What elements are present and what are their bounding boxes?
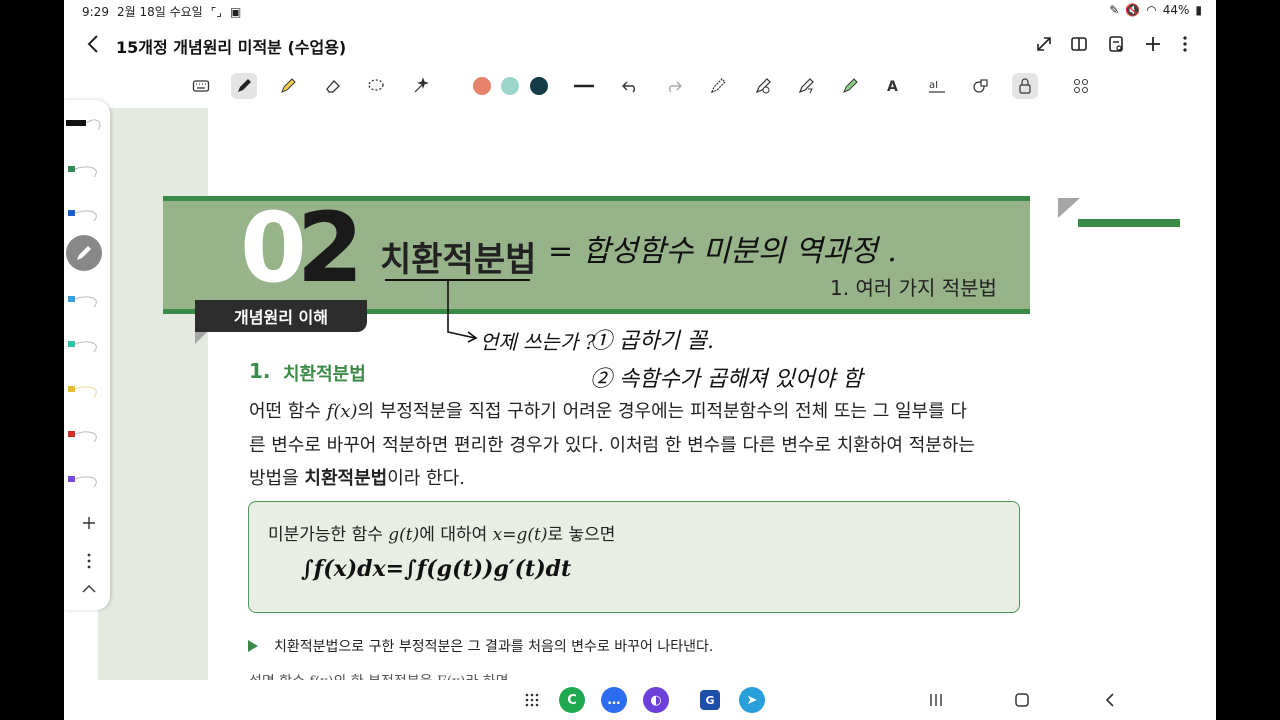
pen-selected-red[interactable] xyxy=(66,235,102,271)
status-left: 9:29 2월 18일 수요일 ⌜⌟ ▣ xyxy=(82,3,241,20)
shape-pen-icon[interactable] xyxy=(750,73,776,99)
undo-icon[interactable] xyxy=(617,73,643,99)
add-pen-icon[interactable] xyxy=(64,512,110,534)
status-right: ✎ 🔇 ◠ 44% ▮ xyxy=(1109,3,1202,17)
plus-icon[interactable] xyxy=(1141,32,1165,56)
rail-more-icon[interactable] xyxy=(64,550,110,572)
messages-icon[interactable]: … xyxy=(601,687,627,713)
svg-text:A: A xyxy=(887,79,898,95)
pen-icon[interactable] xyxy=(231,73,257,99)
pen-yellow[interactable] xyxy=(64,380,110,402)
pen-rail xyxy=(64,100,110,610)
line-thickness-icon[interactable] xyxy=(571,73,597,99)
keyboard-icon[interactable] xyxy=(188,73,214,99)
tablet-screen: 9:29 2월 18일 수요일 ⌜⌟ ▣ ✎ 🔇 ◠ 44% ▮ 15개정 개념… xyxy=(64,0,1216,720)
color-swatch-mint[interactable] xyxy=(501,77,519,95)
status-bar: 9:29 2월 18일 수요일 ⌜⌟ ▣ ✎ 🔇 ◠ 44% ▮ xyxy=(64,0,1216,22)
magic-icon[interactable] xyxy=(407,73,433,99)
pen-blue[interactable] xyxy=(64,204,110,226)
document-page xyxy=(208,108,1181,680)
battery-level: 44% xyxy=(1162,3,1190,17)
title-bar: 15개정 개념원리 미적분 (수업용) xyxy=(64,22,1216,66)
document-title: 15개정 개념원리 미적분 (수업용) xyxy=(116,38,347,57)
more-icon[interactable] xyxy=(1173,32,1197,56)
home-icon[interactable] xyxy=(1010,688,1034,712)
page-settings-icon[interactable] xyxy=(1104,32,1128,56)
gallery-icon: ▣ xyxy=(229,4,242,19)
drawing-toolbar: A aI xyxy=(64,66,1216,106)
color-swatch-navy[interactable] xyxy=(530,77,548,95)
battery-icon: ▮ xyxy=(1195,3,1202,17)
text-box-icon[interactable]: aI xyxy=(924,73,950,99)
marker-icon[interactable] xyxy=(837,73,863,99)
pen-teal[interactable] xyxy=(64,335,110,357)
back-arrow-icon[interactable] xyxy=(82,32,106,56)
screenshot-icon: ⌜⌟ xyxy=(210,4,222,19)
pen-status-icon: ✎ xyxy=(1109,3,1120,17)
apps-grid-icon[interactable] xyxy=(520,688,544,712)
back-icon[interactable] xyxy=(1098,688,1122,712)
internet-icon[interactable]: ◐ xyxy=(643,687,669,713)
pen-light-blue[interactable] xyxy=(64,290,110,312)
text-icon[interactable]: A xyxy=(880,73,906,99)
grid-icon[interactable] xyxy=(1068,73,1094,99)
pencil-arrow-icon[interactable] xyxy=(793,73,819,99)
collapse-rail-icon[interactable] xyxy=(64,578,110,600)
color-swatch-coral[interactable] xyxy=(473,77,491,95)
svg-text:aI: aI xyxy=(929,80,938,91)
wifi-icon: ◠ xyxy=(1146,3,1157,17)
pen-red[interactable] xyxy=(64,425,110,447)
book-icon[interactable] xyxy=(1067,32,1091,56)
highlighter-icon[interactable] xyxy=(275,73,301,99)
document-canvas[interactable] xyxy=(98,108,1181,680)
pen-black[interactable] xyxy=(64,114,110,136)
pen-settings-icon[interactable] xyxy=(705,73,731,99)
status-time: 9:29 xyxy=(82,4,109,19)
expand-icon[interactable] xyxy=(1032,32,1056,56)
pen-green[interactable] xyxy=(64,160,110,182)
g-app-icon[interactable]: G xyxy=(700,690,720,710)
telegram-icon[interactable]: ➤ xyxy=(739,687,765,713)
eraser-icon[interactable] xyxy=(320,73,346,99)
pen-purple[interactable] xyxy=(64,470,110,492)
redo-icon[interactable] xyxy=(661,73,687,99)
recents-icon[interactable] xyxy=(924,688,948,712)
mute-icon: 🔇 xyxy=(1125,3,1141,17)
lasso-icon[interactable] xyxy=(363,73,389,99)
shapes-icon[interactable] xyxy=(968,73,994,99)
navigation-bar: C … ◐ G ➤ xyxy=(64,680,1216,720)
c-app-icon[interactable]: C xyxy=(559,687,585,713)
lock-icon[interactable] xyxy=(1012,73,1038,99)
status-date: 2월 18일 수요일 xyxy=(116,5,203,19)
